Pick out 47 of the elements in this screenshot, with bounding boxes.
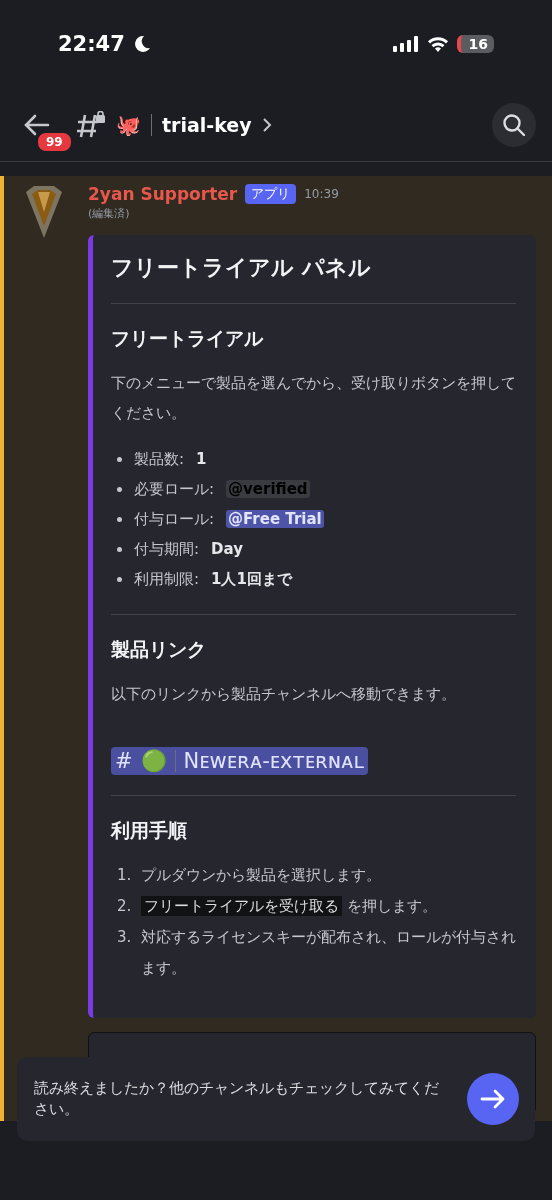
search-icon: [502, 112, 526, 137]
section-heading: フリートライアル: [111, 326, 264, 351]
list-value: 1: [196, 450, 207, 468]
next-button[interactable]: [467, 1073, 519, 1125]
clock: 22:47: [58, 32, 125, 56]
step-number: 2.: [117, 896, 131, 917]
bullet-icon: [117, 546, 122, 552]
list-label: 利用制限:: [134, 569, 200, 589]
wifi-icon: [426, 36, 449, 52]
app-tag: アプリ: [245, 184, 297, 204]
step-number: 1.: [117, 865, 131, 886]
unread-badge: 99: [36, 130, 73, 153]
battery-level: 16: [456, 35, 494, 53]
edited-label: (編集済): [88, 206, 131, 221]
chevron-right-icon[interactable]: [261, 116, 272, 133]
channel-emoji: 🐙: [116, 112, 141, 137]
list-label: 必要ロール:: [134, 479, 215, 499]
list-value: 1人1回まで: [211, 569, 292, 589]
list-value: Day: [211, 540, 243, 558]
toast-text: 読み終えましたか？他のチャンネルもチェックしてみてください。: [34, 1078, 440, 1120]
author-name[interactable]: 2yan Supporter: [88, 184, 238, 204]
locked-hash-icon: [76, 110, 106, 139]
back-arrow-icon[interactable]: [24, 113, 50, 136]
moon-icon: [132, 35, 151, 53]
channel-link[interactable]: # 🟢 Nᴇᴡᴇʀᴀ-ᴇxᴛᴇʀɴᴀʟ: [111, 747, 369, 775]
section-heading: 利用手順: [111, 818, 188, 843]
list-label: 付与ロール:: [134, 509, 215, 529]
arrow-right-icon: [480, 1088, 506, 1110]
step-text: 対応するライセンスキーが配布され、ロールが付与されます。: [141, 927, 516, 979]
search-button[interactable]: [492, 102, 536, 147]
section-heading: 製品リンク: [111, 637, 207, 662]
paragraph: 以下のリンクから製品チャンネルへ移動できます。: [111, 684, 457, 705]
bullet-icon: [117, 516, 122, 522]
bullet-icon: [117, 576, 122, 582]
step-number: 3.: [117, 927, 131, 948]
embed-title: フリートライアル パネル: [111, 254, 372, 282]
list-label: 製品数:: [134, 449, 185, 469]
list-label: 付与期間:: [134, 539, 200, 559]
paragraph: 下のメニューで製品を選んでから、受け取りボタンを押してください。: [111, 373, 516, 424]
bullet-icon: [117, 486, 122, 492]
role-mention[interactable]: @Free Trial: [226, 510, 324, 528]
step-text: プルダウンから製品を選択します。: [141, 865, 381, 886]
channel-name[interactable]: trial-key: [162, 113, 252, 136]
bullet-icon: [117, 456, 122, 462]
timestamp: 10:39: [304, 187, 339, 201]
signal-icon: [392, 36, 419, 52]
step-text: フリートライアルを受け取る を押します。: [141, 891, 437, 922]
